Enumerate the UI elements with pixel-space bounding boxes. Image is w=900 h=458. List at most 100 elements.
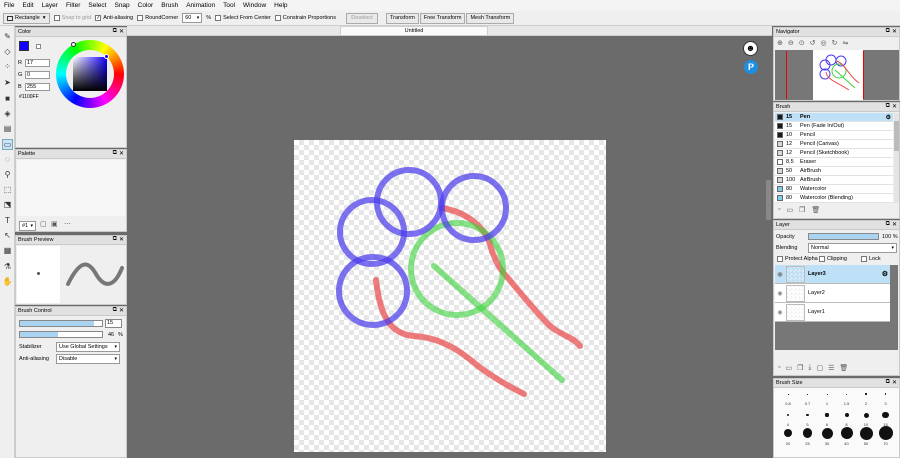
menu-filter[interactable]: Filter	[62, 2, 84, 9]
rotate-right-icon[interactable]: ↻	[832, 39, 838, 47]
close-icon[interactable]: ✕	[892, 28, 897, 35]
close-icon[interactable]: ✕	[119, 28, 124, 35]
brush-size-dot[interactable]	[784, 429, 792, 437]
round-corner-value[interactable]: 60	[182, 13, 203, 23]
brush-size-dot[interactable]	[863, 412, 869, 418]
brush-size-dot[interactable]	[821, 427, 833, 439]
brush-size-dot[interactable]	[787, 393, 789, 395]
shape-dropdown[interactable]: Rectangle ▾	[3, 12, 50, 24]
mesh-transform-button[interactable]: Mesh Transform	[466, 12, 515, 24]
delete-palette-icon[interactable]: ▣	[51, 220, 58, 228]
brush-opacity-slider[interactable]	[19, 331, 103, 338]
menu-snap[interactable]: Snap	[110, 2, 133, 9]
brush-size-dot[interactable]	[825, 413, 829, 417]
duplicate-layer-icon[interactable]: ❐	[797, 364, 803, 372]
flip-icon[interactable]: ⇋	[842, 39, 848, 47]
brush-size-dot[interactable]	[878, 426, 893, 440]
copy-brush-icon[interactable]: ❐	[799, 206, 805, 214]
menu-select[interactable]: Select	[84, 2, 110, 9]
brush-size-dot[interactable]	[882, 411, 889, 419]
rotate-reset-icon[interactable]: ◎	[821, 39, 827, 47]
layer-properties-icon[interactable]: ☰	[828, 364, 834, 372]
new-layer-folder-icon[interactable]: ▭	[785, 364, 792, 372]
close-icon[interactable]: ✕	[119, 236, 124, 243]
snap-to-grid-checkbox[interactable]: Snap to grid	[53, 15, 91, 21]
new-layer-icon[interactable]: ▫	[778, 364, 780, 372]
new-brush-icon[interactable]: ▫	[778, 206, 780, 214]
deselect-button[interactable]: Deselect	[346, 12, 378, 24]
menu-layer[interactable]: Layer	[38, 2, 62, 9]
protect-alpha-checkbox[interactable]: Protect Alpha	[777, 256, 818, 262]
brush-item-pencil-canvas[interactable]: 12 Pencil (Canvas)	[775, 140, 893, 149]
layer-row-layer1[interactable]: ◉ Layer1	[775, 303, 890, 322]
new-palette-icon[interactable]: ▢	[40, 220, 47, 228]
float-icon[interactable]: ⧉	[886, 379, 890, 386]
brush-size-dot[interactable]	[859, 426, 873, 440]
menu-brush[interactable]: Brush	[157, 2, 182, 9]
brush-size-value[interactable]: 15	[105, 319, 122, 328]
brush-item-watercolor-blending[interactable]: 80 Watercolor (Blending)	[775, 194, 893, 203]
hex-color-value[interactable]: #1100FF	[19, 94, 39, 100]
color-cursor[interactable]	[104, 54, 109, 59]
brush-size-dot[interactable]	[846, 393, 847, 395]
select-from-center-checkbox[interactable]: Select From Center	[215, 15, 271, 21]
canvas-scrollbar[interactable]	[766, 180, 771, 220]
document-canvas[interactable]	[294, 140, 606, 452]
close-icon[interactable]: ✕	[119, 307, 124, 314]
layer-opacity-slider[interactable]	[808, 233, 879, 240]
brush-size-dot[interactable]	[884, 393, 887, 395]
brush-size-dot[interactable]	[844, 413, 849, 417]
visibility-eye-icon[interactable]: ◉	[775, 309, 785, 316]
brush-size-dot[interactable]	[826, 393, 828, 395]
constrain-checkbox[interactable]: Constrain Proportions	[274, 15, 336, 21]
navigator-preview[interactable]	[775, 50, 899, 100]
delete-brush-icon[interactable]: 🗑	[811, 206, 820, 214]
merge-down-icon[interactable]: ⤓	[808, 364, 811, 372]
rotate-left-icon[interactable]: ↺	[810, 39, 816, 47]
rect-select-tool-icon[interactable]: ▭	[2, 139, 13, 150]
close-icon[interactable]: ✕	[892, 103, 897, 110]
eraser-tool-icon[interactable]: ◇	[2, 46, 13, 57]
palette-menu-icon[interactable]: ⋯	[64, 220, 71, 228]
blending-select[interactable]: Normal	[808, 243, 897, 253]
brush-size-dot[interactable]	[802, 428, 813, 438]
brush-item-airbrush-50[interactable]: 50 AirBrush	[775, 167, 893, 176]
free-transform-button[interactable]: Free Transform	[419, 12, 466, 24]
b-input[interactable]: 255	[25, 83, 50, 91]
float-icon[interactable]: ⧉	[886, 103, 890, 110]
lock-checkbox[interactable]: Lock	[861, 256, 881, 262]
palette-select[interactable]: #1	[19, 221, 36, 231]
float-icon[interactable]: ⧉	[113, 28, 117, 35]
brush-item-pen-fade[interactable]: 15 Pen (Fade In/Out)	[775, 122, 893, 131]
close-icon[interactable]: ✕	[892, 379, 897, 386]
transform-button[interactable]: Transform	[386, 12, 419, 24]
brush-settings-icon[interactable]: ⚙	[886, 114, 891, 121]
float-icon[interactable]: ⧉	[113, 307, 117, 314]
round-corner-checkbox[interactable]: RoundCorner	[137, 15, 178, 21]
close-icon[interactable]: ✕	[119, 150, 124, 157]
mascot-icon[interactable]: ☻	[743, 41, 758, 56]
clear-layer-icon[interactable]: ▢	[817, 364, 824, 372]
magic-wand-tool-icon[interactable]: ⚲	[2, 169, 13, 180]
brush-item-pencil-sketchbook[interactable]: 12 Pencil (Sketchbook)	[775, 149, 893, 158]
brush-size-slider[interactable]	[19, 320, 103, 327]
bucket-tool-icon[interactable]: ◈	[2, 108, 13, 119]
brush-item-watercolor[interactable]: 80 Watercolor	[775, 185, 893, 194]
anti-aliasing-checkbox[interactable]: ✓ Anti-aliasing	[95, 15, 133, 21]
brush-size-dot[interactable]	[807, 393, 808, 395]
menu-file[interactable]: File	[0, 2, 18, 9]
brush-item-pen[interactable]: 15 Pen ⚙	[775, 113, 893, 122]
float-icon[interactable]: ⧉	[886, 221, 890, 228]
palette-area[interactable]	[17, 160, 125, 216]
visibility-eye-icon[interactable]: ◉	[775, 290, 785, 297]
new-folder-icon[interactable]: ▭	[786, 206, 793, 214]
layer-row-layer3[interactable]: ◉ Layer3 ⚙	[775, 265, 890, 284]
zoom-out-icon[interactable]: ⊖	[788, 39, 794, 47]
gradient-tool-icon[interactable]: ▤	[2, 123, 13, 134]
select-pen-tool-icon[interactable]: ⬚	[2, 184, 13, 195]
operation-tool-icon[interactable]: ↖	[2, 230, 13, 241]
select-eraser-tool-icon[interactable]: ⬔	[2, 199, 13, 210]
brush-item-pencil[interactable]: 10 Pencil	[775, 131, 893, 140]
brush-size-dot[interactable]	[865, 393, 867, 395]
float-icon[interactable]: ⧉	[113, 236, 117, 243]
